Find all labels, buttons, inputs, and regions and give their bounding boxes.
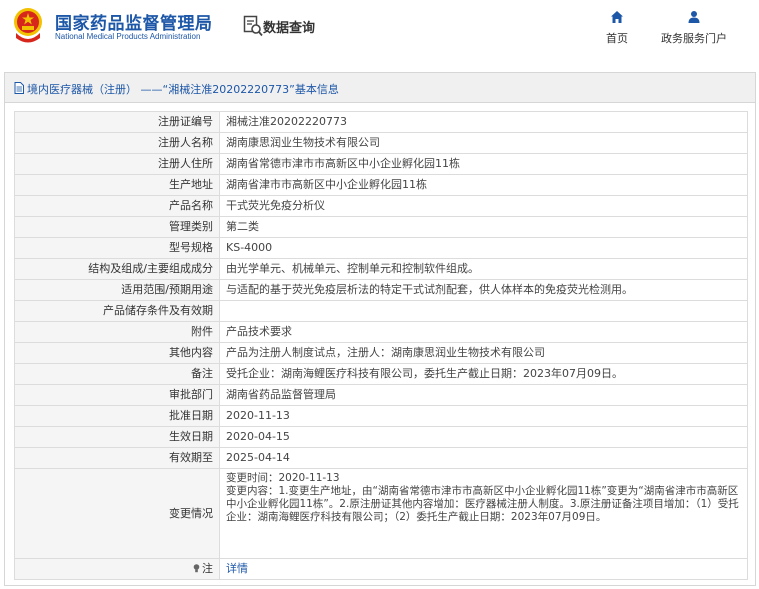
table-row: 有效期至 2025-04-14 <box>14 447 748 469</box>
field-value: 2025-04-14 <box>219 447 748 469</box>
field-value: 湖南省津市市高新区中小企业孵化园11栋 <box>219 174 748 196</box>
home-icon <box>611 11 623 23</box>
note-label: 注 <box>202 562 213 575</box>
table-row: 生效日期 2020-04-15 <box>14 426 748 448</box>
table-row: 结构及组成/主要组成成分 由光学单元、机械单元、控制单元和控制软件组成。 <box>14 258 748 280</box>
field-value: 产品技术要求 <box>219 321 748 343</box>
field-value: 2020-11-13 <box>219 405 748 427</box>
field-label: 生效日期 <box>14 426 220 448</box>
basic-info-panel: 境内医疗器械（注册） ——“湘械注准20202220773”基本信息 注册证编号… <box>4 72 756 586</box>
field-value: 受托企业：湖南海鲤医疗科技有限公司，委托生产截止日期：2023年07月09日。 <box>219 363 748 385</box>
field-value: 2020-04-15 <box>219 426 748 448</box>
table-row: 产品储存条件及有效期 <box>14 300 748 322</box>
table-row: 型号规格 KS-4000 <box>14 237 748 259</box>
data-search-label[interactable]: 数据查询 <box>263 17 315 36</box>
field-value <box>219 300 748 322</box>
field-label: 生产地址 <box>14 174 220 196</box>
table-row: 附件 产品技术要求 <box>14 321 748 343</box>
field-label: 结构及组成/主要组成成分 <box>14 258 220 280</box>
table-row-note: 注 详情 <box>14 558 748 580</box>
table-row: 审批部门 湖南省药品监督管理局 <box>14 384 748 406</box>
field-value: 与适配的基于荧光免疫层析法的特定干式试剂配套，供人体样本的免疫荧光检测用。 <box>219 279 748 301</box>
data-search-icon[interactable] <box>243 15 263 37</box>
field-label: 注册人住所 <box>14 153 220 175</box>
field-value: KS-4000 <box>219 237 748 259</box>
field-value: 湖南康思润业生物技术有限公司 <box>219 132 748 154</box>
field-label: 产品储存条件及有效期 <box>14 300 220 322</box>
nav-home-label: 首页 <box>606 32 628 45</box>
note-value: 详情 <box>219 558 748 580</box>
table-row: 生产地址 湖南省津市市高新区中小企业孵化园11栋 <box>14 174 748 196</box>
field-label: 管理类别 <box>14 216 220 238</box>
field-label: 注册人名称 <box>14 132 220 154</box>
table-row: 管理类别 第二类 <box>14 216 748 238</box>
field-label: 审批部门 <box>14 384 220 406</box>
panel-title: 境内医疗器械（注册） ——“湘械注准20202220773”基本信息 <box>27 83 339 96</box>
note-cell: 注 <box>14 558 220 580</box>
lightbulb-icon <box>193 564 200 573</box>
document-icon <box>14 82 24 94</box>
table-row-change: 变更情况 变更时间：2020-11-13 变更内容：1.变更生产地址，由“湖南省… <box>14 468 748 559</box>
field-label: 有效期至 <box>14 447 220 469</box>
field-value: 湖南省药品监督管理局 <box>219 384 748 406</box>
field-label: 其他内容 <box>14 342 220 364</box>
table-row: 备注 受托企业：湖南海鲤医疗科技有限公司，委托生产截止日期：2023年07月09日… <box>14 363 748 385</box>
field-value: 第二类 <box>219 216 748 238</box>
panel-header: 境内医疗器械（注册） ——“湘械注准20202220773”基本信息 <box>5 73 755 103</box>
field-label: 批准日期 <box>14 405 220 427</box>
field-value: 干式荧光免疫分析仪 <box>219 195 748 217</box>
nav-home[interactable]: 首页 <box>600 10 634 46</box>
nav-portal-label: 政务服务门户 <box>661 32 727 45</box>
site-name-en: National Medical Products Administration <box>55 32 201 41</box>
field-label: 型号规格 <box>14 237 220 259</box>
nav-service-portal[interactable]: 政务服务门户 <box>652 10 736 46</box>
national-emblem-icon <box>14 8 42 43</box>
site-header: 国家药品监督管理局 National Medical Products Admi… <box>0 0 759 62</box>
field-label: 适用范围/预期用途 <box>14 279 220 301</box>
field-label: 附件 <box>14 321 220 343</box>
field-value: 湘械注准20202220773 <box>219 111 748 133</box>
table-row: 注册证编号 湘械注准20202220773 <box>14 111 748 133</box>
table-row: 注册人名称 湖南康思润业生物技术有限公司 <box>14 132 748 154</box>
table-row: 产品名称 干式荧光免疫分析仪 <box>14 195 748 217</box>
change-label: 变更情况 <box>14 468 220 559</box>
site-name-cn: 国家药品监督管理局 <box>55 14 213 34</box>
detail-link[interactable]: 详情 <box>226 562 248 575</box>
info-table: 注册证编号 湘械注准20202220773 注册人名称 湖南康思润业生物技术有限公司… <box>14 111 748 580</box>
table-row: 其他内容 产品为注册人制度试点，注册人：湖南康思润业生物技术有限公司 <box>14 342 748 364</box>
change-value: 变更时间：2020-11-13 变更内容：1.变更生产地址，由“湖南省常德市津市… <box>219 468 748 559</box>
table-row: 批准日期 2020-11-13 <box>14 405 748 427</box>
field-value: 产品为注册人制度试点，注册人：湖南康思润业生物技术有限公司 <box>219 342 748 364</box>
field-value: 湖南省常德市津市市高新区中小企业孵化园11栋 <box>219 153 748 175</box>
field-label: 产品名称 <box>14 195 220 217</box>
user-icon <box>688 11 700 23</box>
table-row: 适用范围/预期用途 与适配的基于荧光免疫层析法的特定干式试剂配套，供人体样本的免疫… <box>14 279 748 301</box>
table-row: 注册人住所 湖南省常德市津市市高新区中小企业孵化园11栋 <box>14 153 748 175</box>
field-value: 由光学单元、机械单元、控制单元和控制软件组成。 <box>219 258 748 280</box>
field-label: 备注 <box>14 363 220 385</box>
field-label: 注册证编号 <box>14 111 220 133</box>
